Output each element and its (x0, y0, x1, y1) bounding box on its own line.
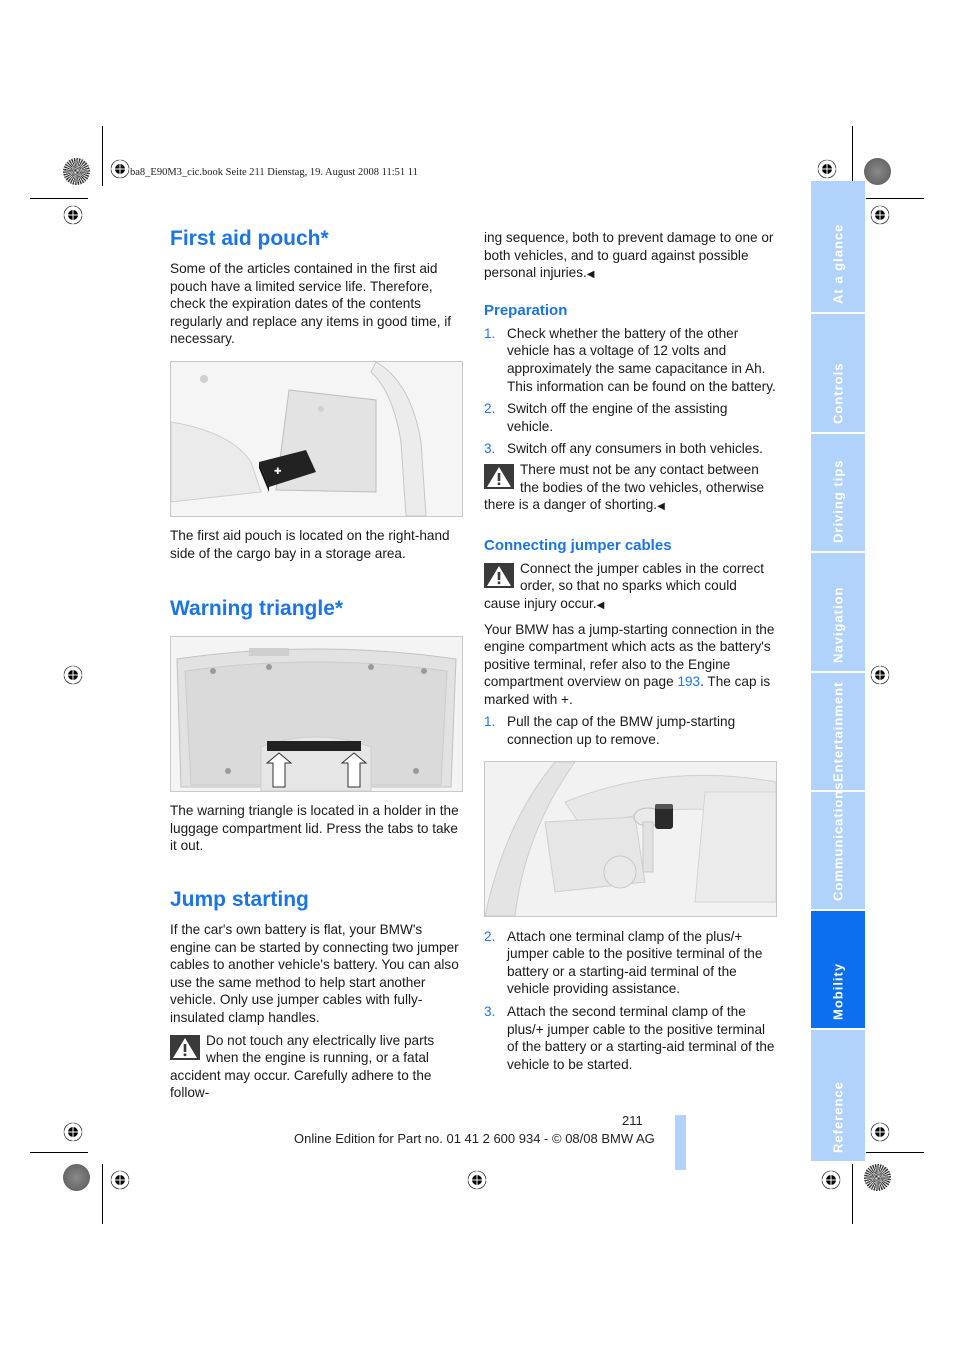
jump-starting-intro: If the car's own battery is flat, your B… (170, 921, 459, 1025)
jump-connection-paragraph: Your BMW has a jump-starting connection … (484, 621, 775, 707)
warning-notice: Do not touch any electrically live parts… (170, 1032, 465, 1102)
registration-mark-icon (820, 1169, 842, 1191)
color-calibration-disc (864, 158, 891, 185)
list-item: 2. Switch off the engine of the assisting… (484, 401, 728, 434)
page-number: 211 (622, 1113, 643, 1128)
tab-mobility[interactable]: Mobility (811, 911, 865, 1028)
warning-sparks-text: Connect the jumper cables in the correct… (484, 560, 765, 611)
registration-mark-icon (109, 158, 131, 180)
trunk-lid-illustration (171, 637, 462, 792)
end-mark-icon: ◀ (657, 501, 665, 513)
svg-text:✚: ✚ (274, 466, 282, 476)
color-calibration-disc (63, 1164, 90, 1191)
color-calibration-disc (63, 158, 90, 185)
warning-notice: There must not be any contact between th… (484, 461, 776, 516)
registration-mark-icon (109, 1169, 131, 1191)
warning-triangle-caption: The warning triangle is located in a hol… (170, 803, 459, 854)
chapter-tabs: At a glance Controls Driving tips Naviga… (811, 181, 865, 1163)
warning-notice: Connect the jumper cables in the correct… (484, 560, 776, 615)
end-mark-icon: ◀ (586, 269, 595, 281)
heading-preparation: Preparation (484, 301, 568, 319)
heading-jump-starting: Jump starting (170, 887, 309, 911)
figure-warning-triangle (170, 636, 463, 793)
heading-warning-triangle: Warning triangle* (170, 597, 344, 621)
figure-jump-start-terminal (484, 760, 777, 917)
engine-bay-illustration (485, 761, 776, 916)
list-item: 3. Switch off any consumers in both vehic… (484, 441, 763, 457)
registration-mark-icon (62, 1121, 84, 1143)
tab-navigation[interactable]: Navigation (811, 553, 865, 671)
page-reference-link[interactable]: 193 (677, 674, 700, 689)
first-aid-intro: Some of the articles contained in the fi… (170, 261, 452, 347)
end-mark-icon: ◀ (596, 599, 605, 611)
right-column: ing sequence, both to prevent damage to … (484, 229, 777, 1078)
warning-triangle-icon (484, 463, 514, 489)
color-calibration-disc (864, 1164, 891, 1191)
heading-connecting-jumper-cables: Connecting jumper cables (484, 536, 672, 554)
warning-live-parts-text: Do not touch any electrically live parts… (170, 1032, 435, 1101)
figure-first-aid-pouch: ✚ (170, 360, 463, 517)
left-column: First aid pouch* Some of the articles co… (170, 226, 465, 1108)
list-item: 3. Attach the second terminal clamp of th… (484, 1004, 775, 1072)
registration-mark-icon (869, 204, 891, 226)
page-marker-bar (675, 1115, 686, 1170)
list-item: 2. Attach one terminal clamp of the plus/… (484, 928, 763, 997)
registration-mark-icon (466, 1169, 488, 1191)
edition-notice: Online Edition for Part no. 01 41 2 600 … (294, 1131, 655, 1146)
registration-mark-icon (816, 158, 838, 180)
tab-controls[interactable]: Controls (811, 314, 865, 432)
first-aid-caption: The first aid pouch is located on the ri… (170, 527, 450, 561)
registration-mark-icon (62, 204, 84, 226)
tab-driving-tips[interactable]: Driving tips (811, 434, 865, 551)
tab-at-a-glance[interactable]: At a glance (811, 181, 865, 312)
registration-mark-icon (62, 664, 84, 686)
tab-entertainment[interactable]: Entertainment (811, 673, 865, 790)
first-aid-pouch-illustration: ✚ (171, 361, 462, 516)
heading-first-aid-pouch: First aid pouch* (170, 227, 329, 250)
registration-mark-icon (869, 664, 891, 686)
print-slug: ba8_E90M3_cic.book Seite 211 Dienstag, 1… (130, 167, 418, 178)
warning-triangle-icon (484, 562, 514, 588)
continued-warning-text: ing sequence, both to prevent damage to … (484, 230, 774, 281)
registration-mark-icon (869, 1121, 891, 1143)
tab-reference[interactable]: Reference (811, 1030, 865, 1161)
warning-shorting-text: There must not be any contact between th… (484, 461, 765, 513)
list-item: 1. Pull the cap of the BMW jump-starting … (484, 714, 736, 748)
warning-triangle-icon (170, 1034, 200, 1060)
list-item: 1. Check whether the battery of the other… (484, 325, 776, 394)
tab-communications[interactable]: Communications (811, 782, 865, 909)
